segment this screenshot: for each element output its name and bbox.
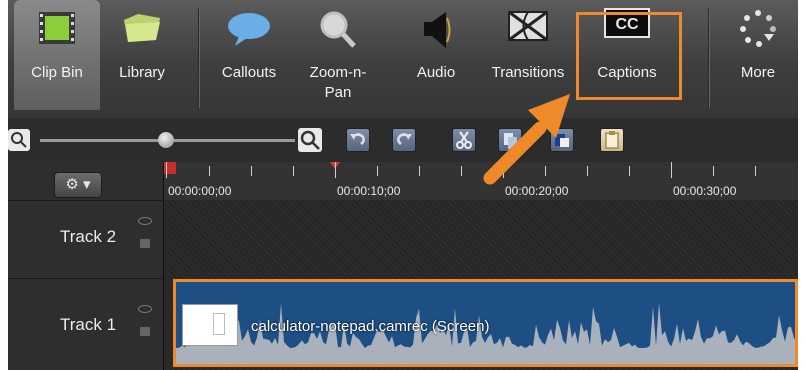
callouts-label: Callouts	[221, 64, 277, 81]
library-label: Library	[119, 64, 165, 81]
scissors-icon	[456, 131, 472, 149]
track-1-name: Track 1	[60, 315, 117, 334]
more-tab[interactable]: More	[720, 0, 796, 110]
redo-icon	[397, 133, 412, 145]
gear-icon: ⚙ ▾	[65, 176, 91, 193]
audio-tab[interactable]: Audio	[404, 0, 468, 110]
clipboard-icon	[605, 131, 619, 149]
camtasia-window: Clip Bin Library Callouts Zoom-n- Pan Au…	[8, 0, 798, 370]
speech-bubble-icon	[228, 13, 270, 46]
magnifier-icon	[320, 11, 356, 48]
library-tab[interactable]: Library	[100, 0, 184, 110]
transition-icon	[508, 10, 548, 42]
ruler-tick	[461, 166, 462, 176]
dots-icon	[740, 10, 776, 47]
cut-button[interactable]	[452, 128, 476, 152]
ruler-tick	[166, 162, 167, 178]
track-2-name: Track 2	[60, 227, 117, 246]
clip-name: calculator-notepad.camrec (Screen)	[251, 318, 490, 335]
folder-icon	[124, 14, 160, 42]
pointer-arrow-annotation	[483, 94, 570, 185]
ruler-tick	[419, 166, 420, 176]
zoom-bar	[8, 118, 798, 162]
lock-icon[interactable]	[140, 327, 150, 336]
zoom-n-pan-tab[interactable]: Zoom-n- Pan	[298, 0, 378, 110]
track-1-header[interactable]: Track 1	[8, 278, 163, 370]
toolbar: Clip Bin Library Callouts Zoom-n- Pan Au…	[8, 0, 798, 118]
more-label: More	[740, 64, 776, 81]
undo-button[interactable]	[346, 128, 370, 152]
undo-icon	[350, 133, 365, 145]
clip-thumbnail	[182, 304, 238, 346]
ruler-tick	[755, 166, 756, 176]
speaker-icon	[424, 12, 451, 48]
ruler-tick	[251, 166, 252, 176]
captions-highlight-box	[576, 12, 682, 100]
track-options-button[interactable]: ⚙ ▾	[54, 172, 102, 198]
ruler-time-label: 00:00:00;00	[168, 184, 232, 198]
film-strip-icon	[39, 12, 75, 44]
zoom-in-icon[interactable]	[298, 128, 322, 152]
ruler-tick	[377, 166, 378, 176]
clipboard-button[interactable]	[600, 128, 624, 152]
audio-label: Audio	[416, 64, 456, 81]
ruler-tick	[629, 166, 630, 176]
redo-button[interactable]	[392, 128, 416, 152]
zoom-slider-thumb[interactable]	[158, 132, 174, 148]
toolbar-separator	[198, 8, 199, 108]
zoom-n-pan-label-line1: Zoom-n-	[309, 64, 367, 81]
zoom-out-icon[interactable]	[8, 129, 30, 151]
toolbar-separator	[708, 8, 709, 108]
lock-icon[interactable]	[140, 239, 150, 248]
ruler-time-label: 00:00:30;00	[673, 184, 737, 198]
ruler-tick	[671, 162, 672, 178]
zoom-n-pan-label-line2: Pan	[324, 84, 352, 101]
clip-bin-label: Clip Bin	[31, 64, 83, 81]
zoom-n-pan-label: Zoom-n- Pan	[298, 63, 378, 103]
ruler-tick	[335, 162, 336, 178]
ruler-tick	[713, 166, 714, 176]
track-2-header[interactable]: Track 2	[8, 200, 163, 278]
ruler-tick	[293, 166, 294, 176]
timeline-clip[interactable]: calculator-notepad.camrec (Screen)	[173, 279, 798, 367]
callouts-tab[interactable]: Callouts	[210, 0, 288, 110]
timeline-header: ⚙ ▾ 00:00:00;00 00:00:10;00 00:00:20;00 …	[8, 162, 798, 200]
clip-bin-tab[interactable]: Clip Bin	[14, 0, 100, 110]
ruler-tick	[209, 166, 210, 176]
visibility-eye-icon[interactable]	[138, 217, 152, 225]
visibility-eye-icon[interactable]	[138, 305, 152, 313]
ruler-time-label: 00:00:10;00	[337, 184, 401, 198]
track-2-lane[interactable]	[163, 200, 798, 278]
